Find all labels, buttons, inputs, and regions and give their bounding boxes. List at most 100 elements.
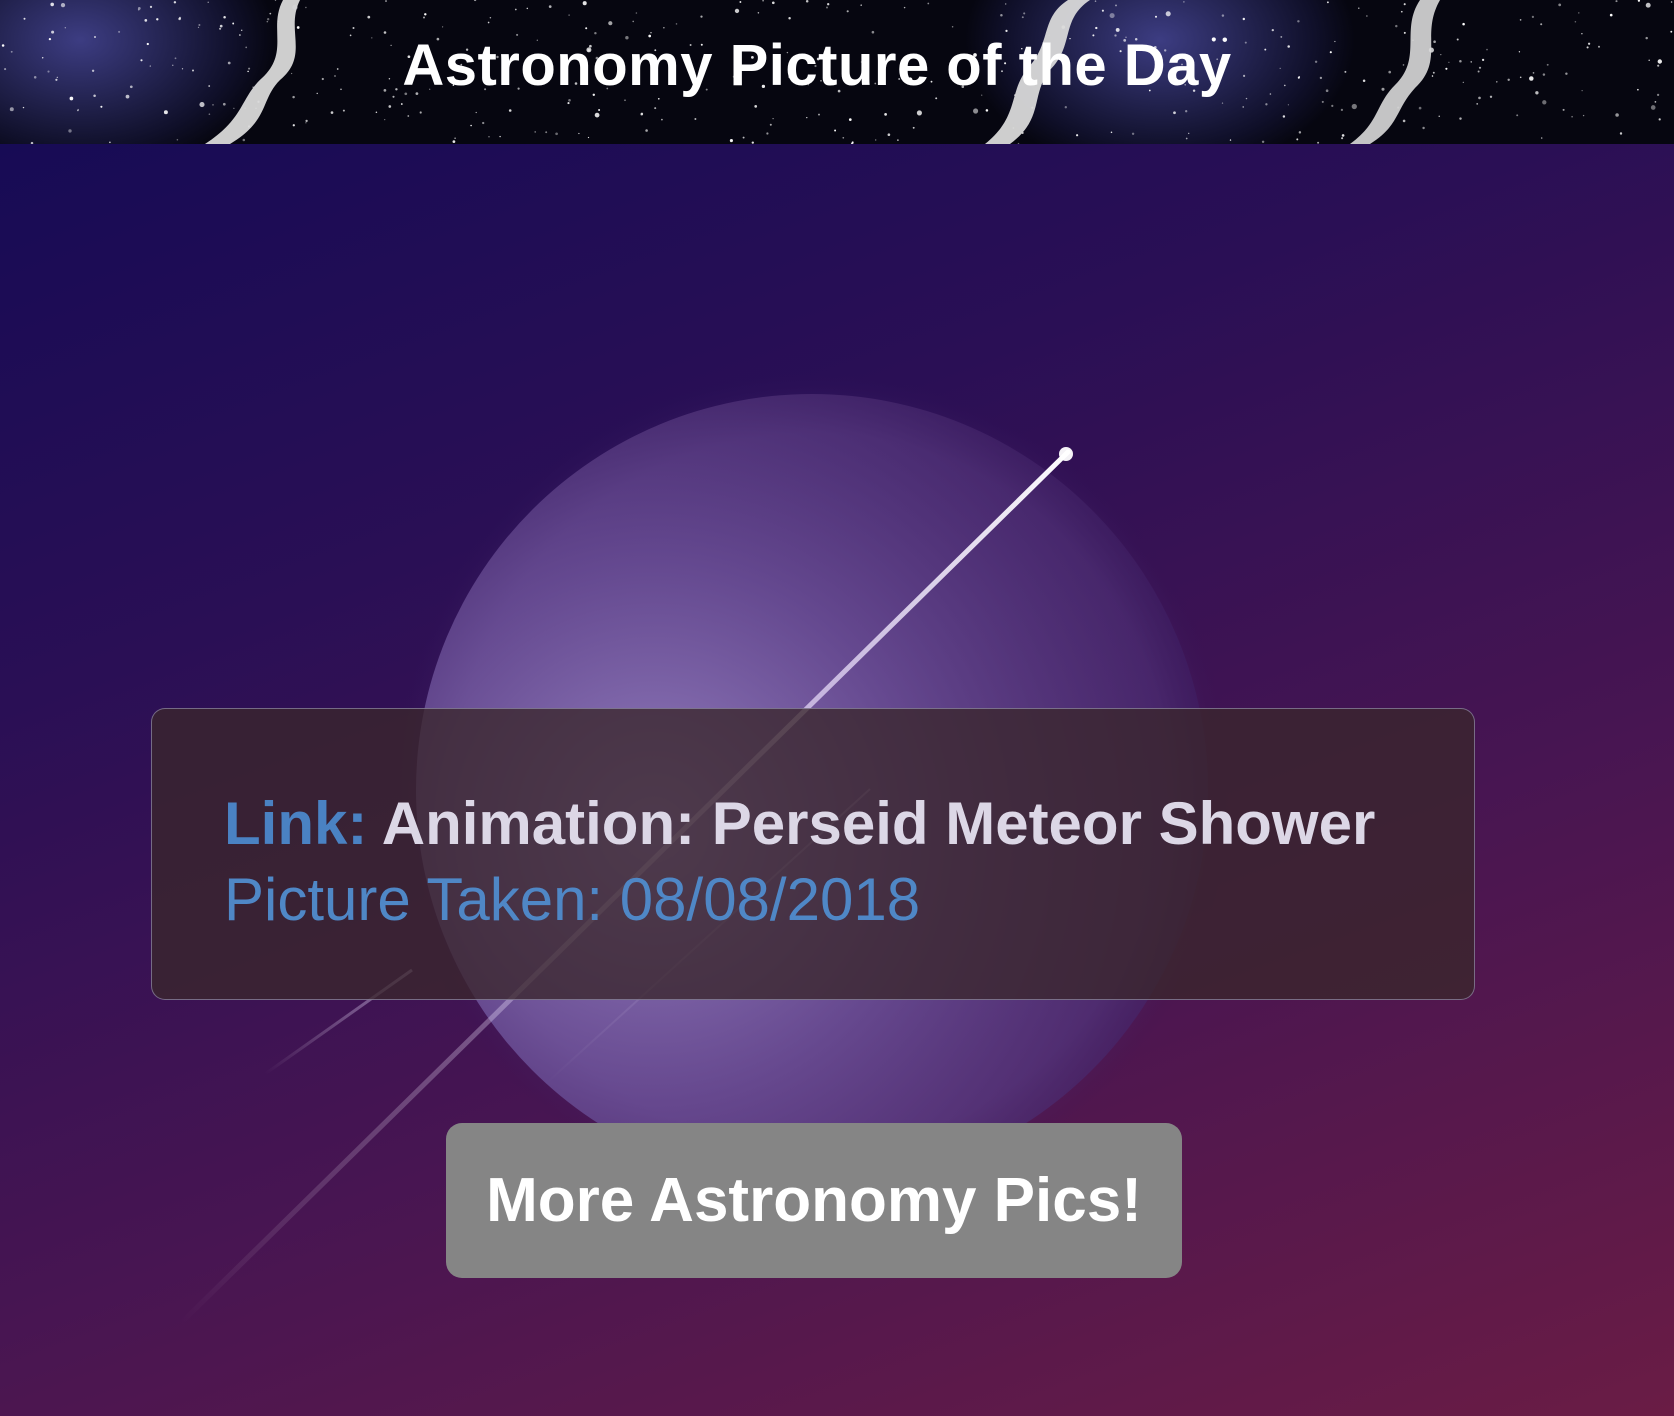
star: [100, 105, 103, 108]
date-label: Picture Taken:: [224, 866, 604, 933]
star: [482, 121, 485, 125]
star: [1418, 106, 1422, 110]
star: [173, 1, 177, 4]
star: [1615, 0, 1618, 3]
star: [632, 20, 634, 23]
star: [137, 7, 141, 10]
star: [772, 117, 774, 120]
star: [1358, 7, 1360, 9]
star: [1422, 126, 1425, 130]
star: [514, 8, 517, 11]
picture-link-line[interactable]: Link: Animation: Perseid Meteor Shower: [224, 789, 1375, 858]
star: [1064, 106, 1067, 109]
star: [1476, 103, 1479, 105]
star: [1582, 114, 1585, 117]
star: [1229, 139, 1232, 141]
star: [951, 25, 954, 28]
page-title: Astronomy Picture of the Day: [0, 32, 1674, 99]
star: [1265, 103, 1268, 106]
star: [1131, 132, 1135, 135]
star: [77, 108, 79, 111]
star: [292, 124, 295, 127]
star: [1542, 100, 1547, 105]
star: [50, 2, 54, 7]
star: [1574, 20, 1577, 23]
star: [875, 139, 877, 141]
star: [385, 0, 387, 2]
star: [422, 16, 426, 19]
star: [178, 16, 182, 19]
star: [1562, 108, 1565, 111]
star: [1221, 14, 1225, 17]
star: [60, 2, 66, 8]
star: [352, 26, 355, 30]
star: [296, 26, 300, 29]
star: [545, 131, 548, 134]
star: [242, 138, 246, 142]
star: [788, 17, 791, 20]
star: [860, 4, 862, 6]
star: [1395, 24, 1398, 28]
star: [1341, 137, 1344, 140]
star: [68, 129, 72, 133]
link-label: Link:: [224, 790, 368, 857]
star: [1645, 2, 1651, 8]
star: [1670, 1, 1673, 3]
star: [144, 19, 148, 22]
star: [1165, 11, 1171, 17]
star: [219, 24, 223, 28]
star: [1650, 105, 1656, 110]
star: [842, 136, 845, 139]
star: [805, 0, 809, 3]
star: [568, 14, 570, 16]
star: [624, 99, 626, 102]
star: [1540, 23, 1543, 26]
star: [1658, 118, 1661, 121]
star: [806, 116, 808, 119]
star: [985, 109, 989, 112]
star: [367, 15, 371, 19]
star: [109, 141, 111, 144]
star: [1242, 17, 1246, 21]
star: [1340, 108, 1344, 112]
star: [1615, 113, 1619, 117]
star: [635, 12, 638, 14]
star: [407, 115, 410, 117]
star: [1115, 4, 1117, 7]
star: [149, 5, 153, 9]
star: [424, 13, 427, 16]
star: [729, 139, 733, 143]
star: [499, 135, 501, 138]
star: [208, 113, 211, 116]
star: [1023, 12, 1026, 15]
star: [1462, 22, 1465, 26]
star: [473, 0, 477, 2]
star: [585, 27, 588, 30]
star: [1331, 104, 1334, 108]
star: [1402, 119, 1406, 123]
star: [342, 109, 345, 112]
star: [156, 18, 159, 21]
star: [388, 105, 392, 108]
star: [1221, 102, 1224, 104]
star: [1619, 132, 1623, 135]
star: [897, 139, 899, 141]
star: [1654, 101, 1657, 103]
picture-title-link[interactable]: Animation: Perseid Meteor Shower: [382, 790, 1376, 857]
star: [305, 122, 307, 124]
star: [269, 12, 272, 15]
star: [233, 107, 235, 109]
star: [197, 26, 200, 29]
star: [223, 15, 226, 19]
star: [1076, 134, 1079, 137]
star: [826, 6, 828, 9]
star: [176, 139, 179, 141]
star: [1261, 140, 1265, 144]
meteor-head: [1059, 447, 1073, 461]
star: [771, 1, 775, 5]
star: [555, 132, 558, 136]
more-astronomy-pics-button[interactable]: More Astronomy Pics!: [446, 1123, 1182, 1278]
star: [1094, 0, 1097, 2]
star: [887, 133, 891, 137]
header-banner: Astronomy Picture of the Day: [0, 0, 1674, 144]
